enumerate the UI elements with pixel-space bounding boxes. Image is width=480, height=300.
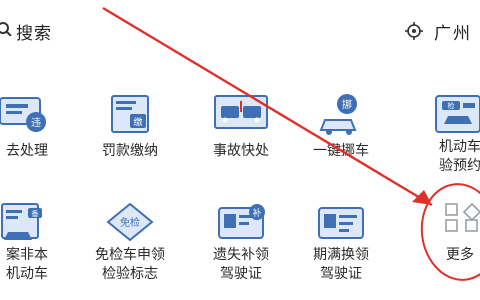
- service-move-car[interactable]: 挪 一键挪车: [293, 92, 389, 192]
- service-license-renewal[interactable]: 期满换领 驾驶证: [293, 200, 389, 300]
- search-icon[interactable]: [0, 22, 12, 36]
- license-reissue-icon: 补: [218, 204, 265, 239]
- accident-quick-handling-icon: [214, 95, 268, 129]
- vehicle-record-icon: 备: [1, 203, 42, 240]
- move-car-icon: 挪: [319, 94, 357, 135]
- service-label-line2: 驾驶证: [320, 266, 362, 282]
- svg-text:挪: 挪: [342, 98, 352, 111]
- service-label: 罚款缴纳: [102, 143, 158, 159]
- service-label: 机动车: [439, 139, 480, 155]
- service-more[interactable]: 更多: [412, 196, 480, 296]
- service-label: 一键挪车: [313, 143, 369, 159]
- service-vehicle-record[interactable]: 备 案非本 机动车: [0, 200, 70, 300]
- service-fine-payment[interactable]: 缴 罚款缴纳: [82, 92, 178, 192]
- fine-payment-icon: 缴: [111, 95, 149, 133]
- vehicle-inspection-booking-icon: 检: [435, 95, 480, 133]
- service-label: 去处理: [6, 143, 48, 159]
- service-label-line2: 检验标志: [102, 266, 158, 282]
- service-label: 免检车申领: [95, 247, 165, 263]
- more-apps-icon: [445, 202, 480, 232]
- service-inspection-booking[interactable]: 检 机动车 验预约: [412, 92, 480, 192]
- service-label-line2: 验预约: [439, 158, 480, 174]
- service-label: 案非本: [6, 247, 48, 263]
- svg-text:备: 备: [32, 209, 39, 218]
- service-license-reissue[interactable]: 补 遗失补领 驾驶证: [193, 200, 289, 300]
- search-input[interactable]: 搜索: [16, 19, 52, 44]
- service-label-line2: 机动车: [6, 266, 48, 282]
- service-inspection-exempt[interactable]: 免检 免检车申领 检验标志: [82, 200, 178, 300]
- svg-text:补: 补: [252, 207, 261, 219]
- service-label-line2: 驾驶证: [220, 266, 262, 282]
- city-selector[interactable]: 广州: [434, 19, 472, 44]
- service-label: 更多: [446, 247, 474, 263]
- top-bar: 搜索 广州: [0, 0, 480, 62]
- inspection-exempt-icon: 免检: [106, 202, 154, 242]
- service-label: 事故快处: [213, 143, 269, 159]
- location-crosshair-icon[interactable]: [405, 22, 423, 40]
- svg-text:免检: 免检: [120, 216, 140, 229]
- svg-text:缴: 缴: [133, 116, 142, 128]
- license-renewal-icon: [318, 207, 364, 239]
- service-label: 期满换领: [313, 247, 369, 263]
- service-accident-handling[interactable]: 事故快处: [193, 92, 289, 192]
- service-violation-handling[interactable]: 违 去处理: [0, 92, 70, 192]
- svg-text:违: 违: [31, 117, 41, 129]
- violation-handling-icon: 违: [0, 97, 46, 132]
- service-label: 遗失补领: [213, 247, 269, 263]
- svg-text:检: 检: [448, 101, 455, 110]
